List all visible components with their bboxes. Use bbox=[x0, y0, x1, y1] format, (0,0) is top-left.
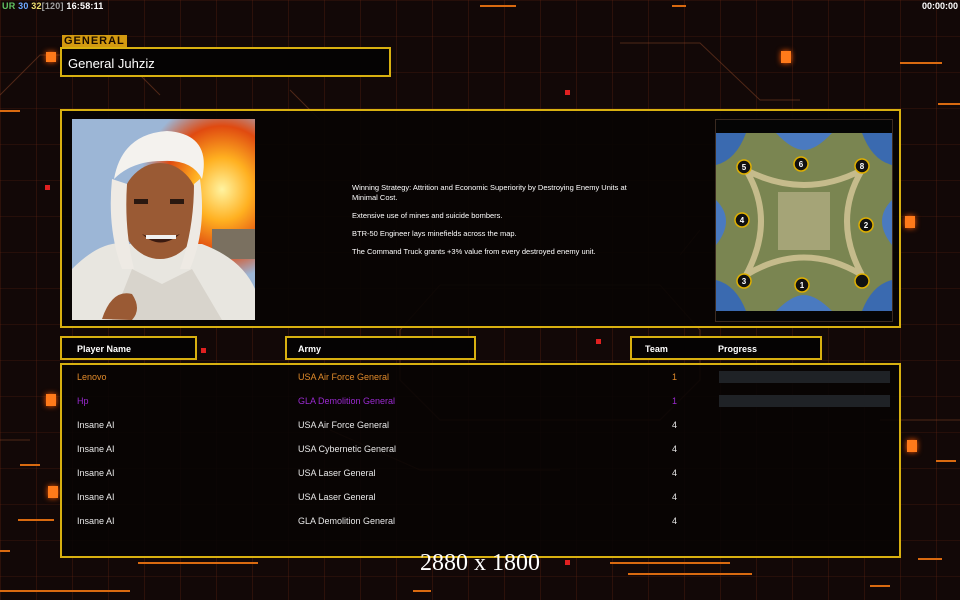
player-name: Insane AI bbox=[77, 468, 115, 478]
deco-square bbox=[565, 90, 570, 95]
map-preview-image: 5 6 8 4 2 3 1 bbox=[716, 133, 892, 311]
deco-square bbox=[45, 185, 50, 190]
deco-dash bbox=[672, 5, 686, 7]
player-progress-bar bbox=[719, 371, 890, 383]
army-header-label: Army bbox=[298, 344, 322, 354]
team-header-label: Team bbox=[645, 344, 668, 354]
player-list: Lenovo USA Air Force General 1 Hp GLA Demoli… bbox=[60, 363, 901, 558]
deco-dash bbox=[938, 103, 960, 105]
deco-dash bbox=[936, 460, 956, 462]
player-team: 4 bbox=[672, 444, 678, 454]
start-position-label: 5 bbox=[742, 163, 747, 172]
player-army: USA Laser General bbox=[298, 468, 376, 478]
player-army: GLA Demolition General bbox=[298, 516, 396, 526]
deco-dash bbox=[0, 110, 20, 112]
player-name-header: Player Name bbox=[60, 336, 197, 360]
player-army: USA Air Force General bbox=[298, 420, 390, 430]
description-line: Winning Strategy: Attrition and Economic… bbox=[352, 183, 627, 202]
player-name: Insane AI bbox=[77, 492, 115, 502]
start-position-label: 6 bbox=[799, 160, 804, 169]
fps-value: 30 bbox=[18, 1, 29, 11]
deco-square bbox=[46, 394, 56, 406]
deco-square bbox=[907, 440, 917, 452]
fps-overlay: UR 30 32[120] 16:58:11 bbox=[2, 1, 104, 11]
player-army: USA Air Force General bbox=[298, 372, 390, 382]
start-position-label: 4 bbox=[740, 216, 745, 225]
description-line: BTR-50 Engineer lays minefields across t… bbox=[352, 229, 517, 238]
ur-label: UR bbox=[2, 1, 16, 11]
army-header: Army bbox=[285, 336, 476, 360]
deco-square bbox=[46, 52, 56, 62]
player-row: Lenovo USA Air Force General 1 bbox=[62, 367, 899, 391]
general-section-label: GENERAL bbox=[62, 35, 127, 47]
description-line: The Command Truck grants +3% value from … bbox=[352, 247, 596, 256]
player-name: Insane AI bbox=[77, 516, 115, 526]
start-position-label: 3 bbox=[742, 277, 747, 286]
player-team: 4 bbox=[672, 420, 678, 430]
deco-square bbox=[905, 216, 915, 228]
deco-square bbox=[48, 486, 58, 498]
player-row: Insane AI USA Air Force General 4 bbox=[62, 415, 899, 439]
player-army: USA Cybernetic General bbox=[298, 444, 397, 454]
player-row: Hp GLA Demolition General 1 bbox=[62, 391, 899, 415]
general-name-field: General Juhziz bbox=[60, 47, 391, 77]
general-description: Winning Strategy: Attrition and Economic… bbox=[352, 183, 627, 265]
general-portrait bbox=[72, 119, 255, 320]
general-portrait-image bbox=[72, 119, 255, 320]
description-line: Extensive use of mines and suicide bombe… bbox=[352, 211, 503, 220]
map-preview[interactable]: 5 6 8 4 2 3 1 bbox=[715, 119, 893, 322]
fps-cap: [120] bbox=[41, 1, 64, 11]
player-row: Insane AI USA Laser General 4 bbox=[62, 463, 899, 487]
player-team: 4 bbox=[672, 492, 678, 502]
player-team: 4 bbox=[672, 516, 678, 526]
player-name: Insane AI bbox=[77, 420, 115, 430]
start-position-label: 8 bbox=[860, 162, 865, 171]
fps-value-secondary: 32 bbox=[31, 1, 42, 11]
deco-square bbox=[781, 51, 791, 63]
player-progress-bar bbox=[719, 395, 890, 407]
start-position-label: 2 bbox=[864, 221, 869, 230]
player-name-header-label: Player Name bbox=[77, 344, 132, 354]
deco-square bbox=[596, 339, 601, 344]
deco-dash bbox=[900, 62, 942, 64]
player-name: Lenovo bbox=[77, 372, 107, 382]
team-progress-header: Team Progress bbox=[630, 336, 822, 360]
player-name: Hp bbox=[77, 396, 89, 406]
deco-dash bbox=[0, 590, 130, 592]
deco-dash bbox=[480, 5, 516, 7]
deco-dash bbox=[18, 519, 54, 521]
player-team: 4 bbox=[672, 468, 678, 478]
deco-dash bbox=[20, 464, 40, 466]
player-row: Insane AI USA Cybernetic General 4 bbox=[62, 439, 899, 463]
progress-header-label: Progress bbox=[718, 344, 758, 354]
game-timer: 00:00:00 bbox=[921, 1, 958, 11]
start-position-label: 1 bbox=[800, 281, 805, 290]
deco-square bbox=[201, 348, 206, 353]
player-name: Insane AI bbox=[77, 444, 115, 454]
system-clock: 16:58:11 bbox=[66, 1, 104, 11]
player-army: USA Laser General bbox=[298, 492, 376, 502]
deco-dash bbox=[413, 590, 431, 592]
player-row: Insane AI GLA Demolition General 4 bbox=[62, 511, 899, 535]
deco-dash bbox=[870, 585, 890, 587]
player-team: 1 bbox=[672, 396, 678, 406]
player-team: 1 bbox=[672, 372, 678, 382]
player-army: GLA Demolition General bbox=[298, 396, 396, 406]
player-row: Insane AI USA Laser General 4 bbox=[62, 487, 899, 511]
resolution-label: 2880 x 1800 bbox=[420, 550, 540, 576]
